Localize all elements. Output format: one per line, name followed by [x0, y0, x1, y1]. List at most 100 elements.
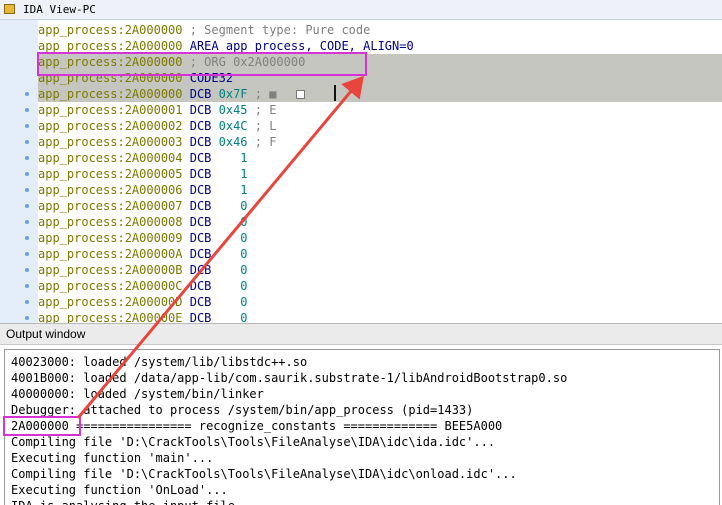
- output-line: 2A000000 ================ recognize_cons…: [11, 419, 503, 433]
- disasm-mnemonic: DCB: [182, 247, 212, 261]
- output-line: 40023000: loaded /system/lib/libstdc++.s…: [11, 355, 308, 369]
- disasm-operand: 0x46: [211, 135, 248, 149]
- disasm-line[interactable]: app_process:2A000009 DCB 0: [38, 230, 722, 246]
- output-window-titlebar[interactable]: Output window: [0, 323, 722, 345]
- disasm-address: app_process:2A00000D: [38, 295, 183, 309]
- gutter-dot-icon: [25, 204, 29, 208]
- disasm-mnemonic: DCB: [182, 311, 212, 323]
- disasm-mnemonic: DCB: [182, 103, 212, 117]
- disasm-address: app_process:2A000007: [38, 199, 183, 213]
- disasm-comment: ; Segment type: Pure code: [182, 23, 371, 37]
- disasm-operand: 1: [211, 151, 248, 165]
- disasm-mnemonic: DCB: [182, 295, 212, 309]
- disasm-mnemonic: DCB: [182, 167, 212, 181]
- text-caret: [334, 85, 336, 101]
- disasm-address: app_process:2A000006: [38, 183, 183, 197]
- disasm-mnemonic: DCB: [182, 215, 212, 229]
- disasm-address: app_process:2A000005: [38, 167, 183, 181]
- output-window[interactable]: Output window 40023000: loaded /system/l…: [0, 323, 722, 505]
- disasm-line[interactable]: app_process:2A000001 DCB 0x45 ; E: [38, 102, 722, 118]
- disasm-address: app_process:2A000000: [38, 39, 183, 53]
- disasm-line[interactable]: app_process:2A00000B DCB 0: [38, 262, 722, 278]
- disasm-address: app_process:2A00000E: [38, 311, 183, 323]
- disasm-address: app_process:2A000002: [38, 119, 183, 133]
- disasm-line[interactable]: app_process:2A000000 DCB 0x7F ; ■: [38, 86, 722, 102]
- disasm-line[interactable]: app_process:2A000003 DCB 0x46 ; F: [38, 134, 722, 150]
- disasm-mnemonic: DCB: [182, 135, 212, 149]
- disasm-address: app_process:2A000009: [38, 231, 183, 245]
- disasm-mnemonic: AREA app_process, CODE, ALIGN=0: [182, 39, 414, 53]
- disasm-mnemonic: DCB: [182, 119, 212, 133]
- output-line: 4001B000: loaded /data/app-lib/com.sauri…: [11, 371, 568, 385]
- disasm-address: app_process:2A000003: [38, 135, 183, 149]
- disasm-address: app_process:2A00000C: [38, 279, 183, 293]
- disasm-operand: 0: [211, 311, 248, 323]
- disasm-comment: ; F: [247, 135, 277, 149]
- ida-view-titlebar[interactable]: IDA View-PC: [0, 0, 722, 20]
- gutter-dot-icon: [25, 220, 29, 224]
- disasm-mnemonic: DCB: [182, 183, 212, 197]
- org-highlight-box: [37, 52, 367, 76]
- disasm-operand: 0: [211, 279, 248, 293]
- disasm-line[interactable]: app_process:2A00000C DCB 0: [38, 278, 722, 294]
- ida-view-gutter[interactable]: [0, 20, 38, 323]
- gutter-dot-icon: [25, 236, 29, 240]
- disasm-operand: 0: [211, 199, 248, 213]
- gutter-dot-icon: [25, 188, 29, 192]
- disasm-line[interactable]: app_process:2A000000 ; Segment type: Pur…: [38, 22, 722, 38]
- disasm-address: app_process:2A000000: [38, 23, 183, 37]
- disasm-operand: 0: [211, 215, 248, 229]
- disasm-address: app_process:2A000004: [38, 151, 183, 165]
- disasm-line[interactable]: app_process:2A000006 DCB 1: [38, 182, 722, 198]
- gutter-dot-icon: [25, 108, 29, 112]
- disasm-operand: 0x45: [211, 103, 248, 117]
- gutter-dot-icon: [25, 300, 29, 304]
- output-log[interactable]: 40023000: loaded /system/lib/libstdc++.s…: [4, 349, 720, 505]
- gutter-dot-icon: [25, 92, 29, 96]
- output-window-title: Output window: [6, 327, 86, 341]
- output-line: Executing function 'main'...: [11, 451, 214, 465]
- disasm-comment: ; L: [247, 119, 277, 133]
- ida-view-icon: [4, 4, 15, 14]
- disasm-line[interactable]: app_process:2A000007 DCB 0: [38, 198, 722, 214]
- gutter-dot-icon: [25, 284, 29, 288]
- disasm-line[interactable]: app_process:2A00000D DCB 0: [38, 294, 722, 310]
- gutter-dot-icon: [25, 124, 29, 128]
- disasm-operand: 0x7F: [211, 87, 248, 101]
- output-line: Compiling file 'D:\CrackTools\Tools\File…: [11, 435, 496, 449]
- disasm-line[interactable]: app_process:2A000008 DCB 0: [38, 214, 722, 230]
- disasm-address: app_process:2A000001: [38, 103, 183, 117]
- output-line: Executing function 'OnLoad'...: [11, 483, 228, 497]
- disasm-operand: 0x4C: [211, 119, 248, 133]
- gutter-dot-icon: [25, 268, 29, 272]
- disasm-operand: 1: [211, 167, 248, 181]
- disasm-line[interactable]: app_process:2A000004 DCB 1: [38, 150, 722, 166]
- gutter-dot-icon: [25, 156, 29, 160]
- ida-view-window[interactable]: IDA View-PC app_process:2A000000 ; Segme…: [0, 0, 722, 323]
- address-highlight-box: [3, 416, 81, 436]
- gutter-dot-icon: [25, 172, 29, 176]
- disasm-address: app_process:2A00000A: [38, 247, 183, 261]
- disasm-line[interactable]: app_process:2A000005 DCB 1: [38, 166, 722, 182]
- gutter-dot-icon: [25, 316, 29, 320]
- output-line: 40000000: loaded /system/bin/linker: [11, 387, 264, 401]
- gutter-dot-icon: [25, 140, 29, 144]
- disasm-operand: 0: [211, 295, 248, 309]
- disasm-comment: ; E: [247, 103, 277, 117]
- disasm-line[interactable]: app_process:2A00000A DCB 0: [38, 246, 722, 262]
- disasm-operand: 0: [211, 247, 248, 261]
- disasm-mnemonic: DCB: [182, 199, 212, 213]
- disasm-address: app_process:2A000000: [38, 87, 183, 101]
- disasm-comment: ; ■: [247, 87, 277, 101]
- disasm-line[interactable]: app_process:2A00000E DCB 0: [38, 310, 722, 323]
- cursor-marker-icon: [296, 90, 305, 99]
- disasm-address: app_process:2A000008: [38, 215, 183, 229]
- disasm-line[interactable]: app_process:2A000002 DCB 0x4C ; L: [38, 118, 722, 134]
- disasm-mnemonic: DCB: [182, 87, 212, 101]
- output-line: Compiling file 'D:\CrackTools\Tools\File…: [11, 467, 517, 481]
- disasm-address: app_process:2A00000B: [38, 263, 183, 277]
- disasm-operand: 0: [211, 263, 248, 277]
- disasm-mnemonic: DCB: [182, 263, 212, 277]
- gutter-dot-icon: [25, 252, 29, 256]
- disasm-operand: 1: [211, 183, 248, 197]
